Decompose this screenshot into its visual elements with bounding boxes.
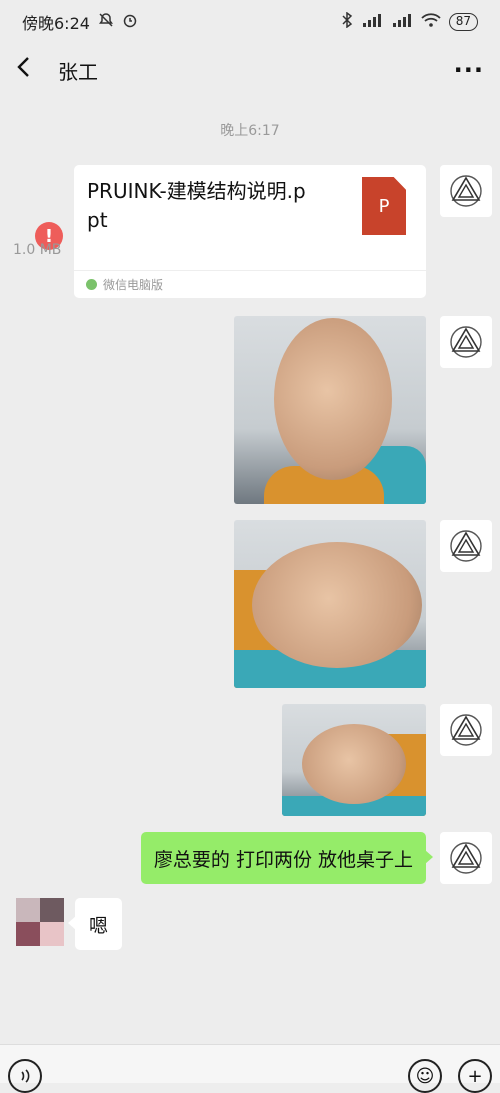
avatar[interactable] <box>440 832 492 884</box>
emoji-icon[interactable]: ☺ <box>408 1059 442 1093</box>
triangle-logo-icon <box>450 530 482 562</box>
ppt-file-icon: P <box>362 177 406 235</box>
received-text-message[interactable]: 嗯 <box>67 898 123 950</box>
message-text: 嗯 <box>89 914 109 937</box>
bluetooth-icon <box>341 11 353 32</box>
sent-text-message[interactable]: 廖总要的 打印两份 放他桌子上 <box>140 832 434 884</box>
status-time: 傍晚6:24 <box>22 14 90 33</box>
image-message[interactable] <box>234 520 426 688</box>
more-icon[interactable]: ··· <box>454 56 484 84</box>
triangle-logo-icon <box>450 326 482 358</box>
avatar[interactable] <box>440 520 492 572</box>
wechat-icon <box>86 279 97 290</box>
chat-title: 张工 <box>58 59 98 84</box>
chat-header: 张工 ··· <box>0 44 500 96</box>
image-message[interactable] <box>234 316 426 504</box>
file-source-label: 微信电脑版 <box>103 278 164 292</box>
triangle-logo-icon <box>450 842 482 874</box>
avatar[interactable] <box>440 704 492 756</box>
wifi-icon <box>421 12 441 32</box>
file-size: 1.0 MB <box>13 242 62 258</box>
plus-icon[interactable]: + <box>458 1059 492 1093</box>
message-timestamp: 晚上6:17 <box>220 123 280 139</box>
image-message[interactable] <box>282 704 426 816</box>
bell-off-icon <box>98 12 114 32</box>
avatar[interactable] <box>16 898 64 946</box>
battery-indicator: 87 <box>448 13 478 31</box>
chevron-left-icon[interactable] <box>16 44 44 96</box>
triangle-logo-icon <box>450 175 482 207</box>
avatar[interactable] <box>440 165 492 217</box>
triangle-logo-icon <box>450 714 482 746</box>
avatar[interactable] <box>440 316 492 368</box>
file-message-card[interactable]: PRUINK-建模结构说明.ppt P 微信电脑版 <box>74 165 426 298</box>
voice-icon[interactable] <box>8 1059 42 1093</box>
alarm-icon <box>122 12 138 32</box>
file-source: 微信电脑版 <box>74 270 426 298</box>
signal-icon <box>361 12 383 32</box>
message-text: 廖总要的 打印两份 放他桌子上 <box>153 848 413 871</box>
status-bar: 傍晚6:24 87 <box>0 0 500 44</box>
file-name: PRUINK-建模结构说明.ppt <box>87 179 306 232</box>
signal-icon <box>391 12 413 32</box>
